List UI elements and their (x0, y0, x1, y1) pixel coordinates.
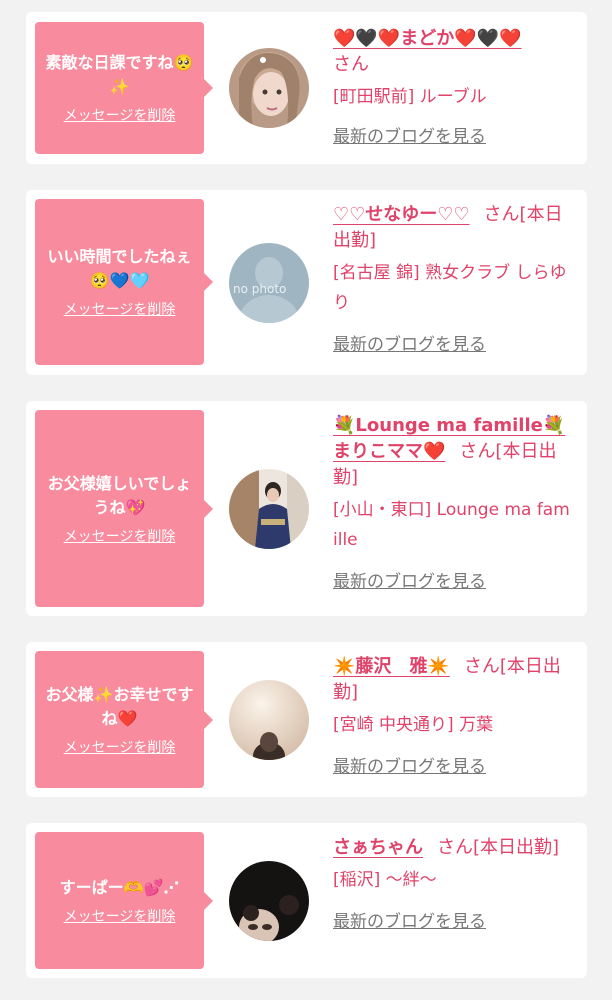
message-bubble: すーぱー🫶💕⋰ メッセージを削除 (35, 832, 213, 969)
san-label: さん (333, 54, 369, 75)
shop-name: [名古屋 錦] 熟女クラブ しらゆり (333, 263, 567, 313)
girl-name-link[interactable]: ♡♡せなゆー♡♡ (333, 204, 470, 225)
dark-portrait-avatar-icon (229, 861, 309, 941)
message-bubble: 素敵な日課ですね🥺✨ メッセージを削除 (35, 22, 213, 154)
san-label: さん (483, 204, 520, 225)
girl-info: さぁちゃん さん[本日出勤] [稲沢] 〜絆〜 最新のブログを見る (333, 835, 573, 932)
latest-blog-link[interactable]: 最新のブログを見る (333, 567, 486, 592)
shop-name: [小山・東口] Lounge ma famille (333, 500, 570, 550)
girl-name-link[interactable]: ✴️藤沢 雅✴️ (333, 656, 450, 677)
message-card: お父様嬉しいでしょうね💖 メッセージを削除 💐Lounge ma famille… (26, 401, 587, 616)
shop-name: [稲沢] 〜絆〜 (333, 870, 437, 890)
name-line: ❤️🖤❤️まどか❤️🖤❤️ さん (333, 26, 573, 78)
latest-blog-link[interactable]: 最新のブログを見る (333, 907, 486, 932)
message-card: すーぱー🫶💕⋰ メッセージを削除 さぁちゃん さん[本日出勤] [稲沢] 〜絆〜 … (26, 823, 587, 978)
no-photo-text: no photo (233, 282, 286, 296)
san-label: さん (459, 441, 496, 462)
avatar[interactable] (229, 680, 309, 760)
latest-blog-link[interactable]: 最新のブログを見る (333, 122, 486, 147)
avatar[interactable] (229, 48, 309, 128)
girl-info: 💐Lounge ma famille💐まりこママ❤️ さん[本日出勤] [小山・東… (333, 413, 573, 592)
name-line: ♡♡せなゆー♡♡ さん[本日出勤] (333, 202, 573, 254)
girl-name-link[interactable]: ❤️🖤❤️まどか❤️🖤❤️ (333, 28, 521, 49)
san-label: さん (463, 656, 500, 677)
shop-name: [宮崎 中央通り] 万葉 (333, 715, 494, 735)
girl-name-link[interactable]: さぁちゃん (333, 837, 423, 858)
message-bubble: いい時間でしたねぇ🥺💙🩵 メッセージを削除 (35, 199, 213, 365)
soft-light-portrait-avatar-icon (229, 680, 309, 760)
san-label: さん (437, 837, 473, 858)
message-text: すーぱー🫶💕⋰ (59, 877, 180, 897)
avatar[interactable] (229, 861, 309, 941)
message-card: お父様✨お幸せですね❤️ メッセージを削除 ✴️藤沢 雅✴️さん[本日出勤] (26, 642, 587, 797)
message-list: 素敵な日課ですね🥺✨ メッセージを削除 ❤️🖤❤️まどか❤️🖤❤️ さん [町田… (0, 0, 612, 1000)
delete-message-link[interactable]: メッセージを削除 (64, 105, 176, 125)
delete-message-link[interactable]: メッセージを削除 (64, 906, 176, 926)
girl-info: ✴️藤沢 雅✴️ さん[本日出勤] [宮崎 中央通り] 万葉 最新のブログを見る (333, 654, 573, 777)
name-line: ✴️藤沢 雅✴️ さん[本日出勤] (333, 654, 573, 706)
message-text: いい時間でしたねぇ🥺💙🩵 (47, 247, 192, 290)
delete-message-link[interactable]: メッセージを削除 (64, 526, 176, 546)
avatar[interactable]: no photo (229, 243, 309, 323)
message-bubble: お父様✨お幸せですね❤️ メッセージを削除 (35, 651, 213, 788)
message-text: 素敵な日課ですね🥺✨ (45, 53, 194, 96)
message-text: お父様嬉しいでしょうね💖 (47, 473, 192, 517)
portrait-blonde-avatar-icon (229, 48, 309, 128)
message-bubble: お父様嬉しいでしょうね💖 メッセージを削除 (35, 410, 213, 607)
latest-blog-link[interactable]: 最新のブログを見る (333, 752, 486, 777)
shop-name: [町田駅前] ルーブル (333, 87, 487, 107)
message-card: いい時間でしたねぇ🥺💙🩵 メッセージを削除 no photo ♡♡せなゆー♡♡ さ… (26, 190, 587, 375)
delete-message-link[interactable]: メッセージを削除 (64, 299, 176, 319)
name-line: さぁちゃん さん[本日出勤] (333, 835, 573, 861)
message-text: お父様✨お幸せですね❤️ (45, 684, 194, 728)
girl-info: ♡♡せなゆー♡♡ さん[本日出勤] [名古屋 錦] 熟女クラブ しらゆり 最新のブ… (333, 202, 573, 355)
avatar[interactable] (229, 469, 309, 549)
kimono-woman-avatar-icon (229, 469, 309, 549)
girl-info: ❤️🖤❤️まどか❤️🖤❤️ さん [町田駅前] ルーブル 最新のブログを見る (333, 26, 573, 147)
no-photo-avatar-icon: no photo (229, 243, 309, 323)
message-card: 素敵な日課ですね🥺✨ メッセージを削除 ❤️🖤❤️まどか❤️🖤❤️ さん [町田… (26, 12, 587, 164)
latest-blog-link[interactable]: 最新のブログを見る (333, 330, 486, 355)
name-line: 💐Lounge ma famille💐まりこママ❤️ さん[本日出勤] (333, 413, 573, 491)
status-label: [本日出勤] (473, 837, 560, 858)
delete-message-link[interactable]: メッセージを削除 (64, 737, 176, 757)
